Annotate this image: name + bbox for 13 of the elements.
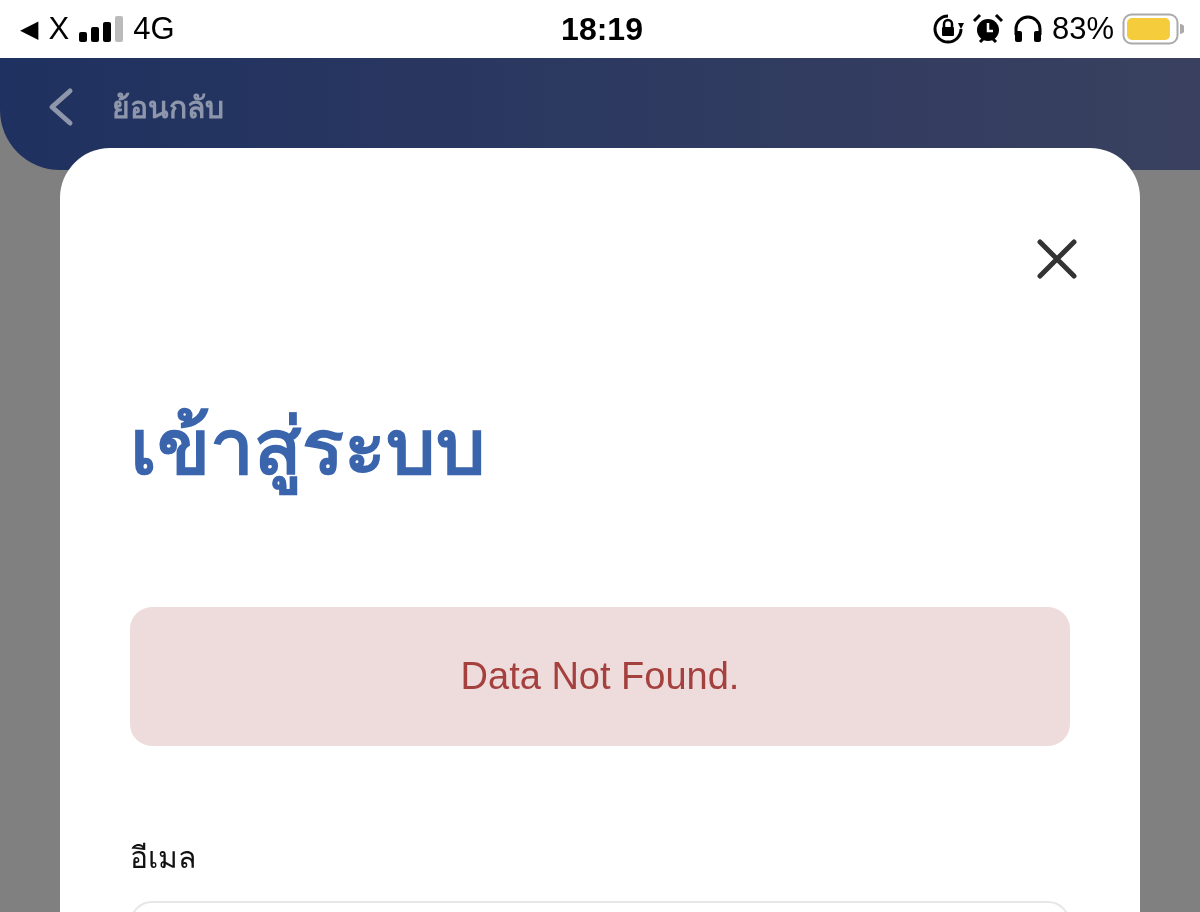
error-message: Data Not Found. <box>460 654 740 698</box>
rotation-lock-icon <box>931 13 964 45</box>
network-label: 4G <box>133 11 175 47</box>
carrier-label: X <box>48 11 70 47</box>
back-arrow-glyph[interactable]: ◀ <box>20 15 39 43</box>
battery-percent: 83% <box>1051 11 1114 47</box>
back-link[interactable]: ย้อนกลับ <box>112 83 224 131</box>
modal-title: เข้าสู่ระบบ <box>130 401 1070 495</box>
field-label: อีเมล <box>130 839 197 876</box>
signal-icon <box>79 16 124 42</box>
alarm-clock-icon <box>971 13 1004 45</box>
battery-icon <box>1122 13 1184 45</box>
clock-time: 18:19 <box>561 10 643 48</box>
